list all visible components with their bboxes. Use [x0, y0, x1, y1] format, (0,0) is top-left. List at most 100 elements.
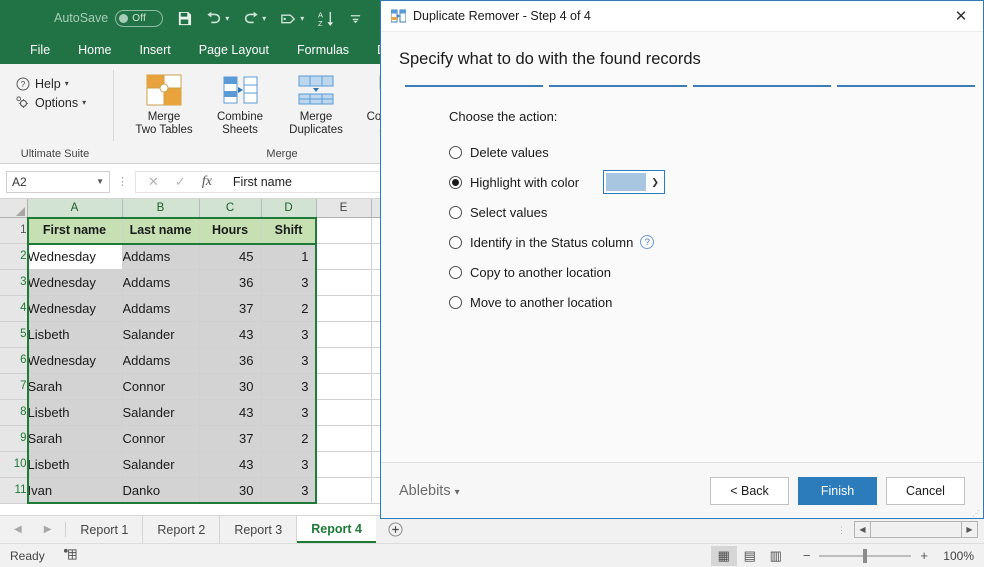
cell-a3[interactable]: Wednesday [27, 269, 122, 295]
cell-d11[interactable]: 3 [261, 477, 316, 503]
cell-b7[interactable]: Connor [122, 373, 199, 399]
cell-c3[interactable]: 36 [199, 269, 261, 295]
cancel-button[interactable]: Cancel [886, 477, 965, 505]
cell-c7[interactable]: 30 [199, 373, 261, 399]
page-layout-view-icon[interactable]: ▤ [737, 546, 763, 566]
cell-e11[interactable] [316, 477, 371, 503]
color-swatch[interactable] [606, 173, 646, 191]
option-identify-status-column[interactable]: Identify in the Status column ? [449, 227, 983, 257]
cell-e7[interactable] [316, 373, 371, 399]
ribbon-tab-insert[interactable]: Insert [126, 36, 185, 64]
next-sheet-icon[interactable]: ▶ [44, 524, 52, 535]
radio-delete-values[interactable] [449, 146, 462, 159]
finish-button[interactable]: Finish [798, 477, 877, 505]
customize-qat-icon[interactable] [349, 12, 362, 25]
cell-b6[interactable]: Addams [122, 347, 199, 373]
option-copy-to-another-location[interactable]: Copy to another location [449, 257, 983, 287]
cell-d10[interactable]: 3 [261, 451, 316, 477]
cell-d6[interactable]: 3 [261, 347, 316, 373]
ribbon-tab-formulas[interactable]: Formulas [283, 36, 363, 64]
radio-highlight-with-color[interactable] [449, 176, 462, 189]
cell-a8[interactable]: Lisbeth [27, 399, 122, 425]
sheet-tab-report-1[interactable]: Report 1 [66, 516, 143, 543]
option-delete-values[interactable]: Delete values [449, 137, 983, 167]
sheet-tab-report-4[interactable]: Report 4 [297, 516, 376, 543]
cell-b11[interactable]: Danko [122, 477, 199, 503]
cell-a2[interactable]: Wednesday [27, 243, 122, 269]
help-button[interactable]: ? Help ▾ [14, 76, 69, 91]
undo-dropdown-caret[interactable]: ▾ [225, 14, 229, 23]
page-break-view-icon[interactable]: ▥ [763, 546, 789, 566]
merge-two-tables-button[interactable]: Merge Two Tables [131, 69, 197, 137]
cell-b9[interactable]: Connor [122, 425, 199, 451]
cell-a10[interactable]: Lisbeth [27, 451, 122, 477]
cell-a11[interactable]: Ivan [27, 477, 122, 503]
close-icon[interactable]: ✕ [939, 1, 983, 32]
radio-select-values[interactable] [449, 206, 462, 219]
back-button[interactable]: < Back [710, 477, 789, 505]
zoom-slider-thumb[interactable] [863, 549, 867, 563]
cell-c1[interactable]: Hours [199, 217, 261, 243]
name-box-caret-icon[interactable]: ▼ [96, 177, 104, 186]
chevron-down-icon[interactable]: ▾ [455, 487, 460, 498]
check-icon[interactable]: ✓ [175, 174, 186, 190]
ribbon-tab-page-layout[interactable]: Page Layout [185, 36, 283, 64]
row-header-4[interactable]: 4 [0, 295, 27, 321]
cell-e6[interactable] [316, 347, 371, 373]
name-box[interactable]: A2 ▼ [6, 171, 110, 193]
cell-b5[interactable]: Salander [122, 321, 199, 347]
scroll-track[interactable] [871, 521, 961, 538]
ablebits-menu[interactable]: Ablebits▾ [399, 483, 460, 499]
sort-az-icon[interactable]: AZ [318, 10, 335, 27]
add-sheet-icon[interactable] [376, 516, 415, 543]
radio-move-to-another-location[interactable] [449, 296, 462, 309]
scroll-left-icon[interactable]: ◀ [854, 521, 871, 538]
resize-grip[interactable]: ⋰ [972, 512, 980, 516]
ribbon-tab-file[interactable]: File [16, 36, 64, 64]
cell-d2[interactable]: 1 [261, 243, 316, 269]
cell-c2[interactable]: 45 [199, 243, 261, 269]
cell-a6[interactable]: Wednesday [27, 347, 122, 373]
scrollbar-grip[interactable]: ⋮ [837, 528, 846, 532]
cancel-icon[interactable]: ✕ [148, 174, 159, 190]
zoom-in-button[interactable]: + [920, 548, 928, 563]
cell-a4[interactable]: Wednesday [27, 295, 122, 321]
cell-a1[interactable]: First name [27, 217, 122, 243]
cell-d3[interactable]: 3 [261, 269, 316, 295]
chevron-down-icon[interactable]: ❯ [646, 171, 664, 193]
help-caret[interactable]: ▾ [65, 79, 69, 88]
radio-copy-to-another-location[interactable] [449, 266, 462, 279]
cell-d4[interactable]: 2 [261, 295, 316, 321]
cell-e2[interactable] [316, 243, 371, 269]
row-header-1[interactable]: 1 [0, 217, 27, 243]
cell-c9[interactable]: 37 [199, 425, 261, 451]
cell-e10[interactable] [316, 451, 371, 477]
zoom-slider[interactable] [819, 555, 911, 557]
cell-d5[interactable]: 3 [261, 321, 316, 347]
cell-a7[interactable]: Sarah [27, 373, 122, 399]
horizontal-scrollbar[interactable]: ⋮ ◀ ▶ [837, 516, 984, 543]
options-caret[interactable]: ▾ [82, 98, 86, 107]
cell-c11[interactable]: 30 [199, 477, 261, 503]
touch-mode-icon[interactable] [280, 11, 297, 25]
redo-icon[interactable] [243, 11, 259, 25]
row-header-10[interactable]: 10 [0, 451, 27, 477]
sheet-tab-report-3[interactable]: Report 3 [220, 516, 297, 543]
radio-identify-status-column[interactable] [449, 236, 462, 249]
cell-c10[interactable]: 43 [199, 451, 261, 477]
cell-e4[interactable] [316, 295, 371, 321]
formula-bar-grip[interactable]: ⋮ [117, 175, 128, 188]
sheet-tab-report-2[interactable]: Report 2 [143, 516, 220, 543]
cell-b10[interactable]: Salander [122, 451, 199, 477]
cell-b2[interactable]: Addams [122, 243, 199, 269]
column-header-d[interactable]: D [261, 199, 316, 217]
column-header-e[interactable]: E [316, 199, 371, 217]
ribbon-tab-home[interactable]: Home [64, 36, 125, 64]
scroll-right-icon[interactable]: ▶ [961, 521, 978, 538]
merge-duplicates-button[interactable]: Merge Duplicates [283, 69, 349, 137]
cell-b8[interactable]: Salander [122, 399, 199, 425]
row-header-7[interactable]: 7 [0, 373, 27, 399]
cell-c4[interactable]: 37 [199, 295, 261, 321]
cell-c6[interactable]: 36 [199, 347, 261, 373]
cell-c5[interactable]: 43 [199, 321, 261, 347]
